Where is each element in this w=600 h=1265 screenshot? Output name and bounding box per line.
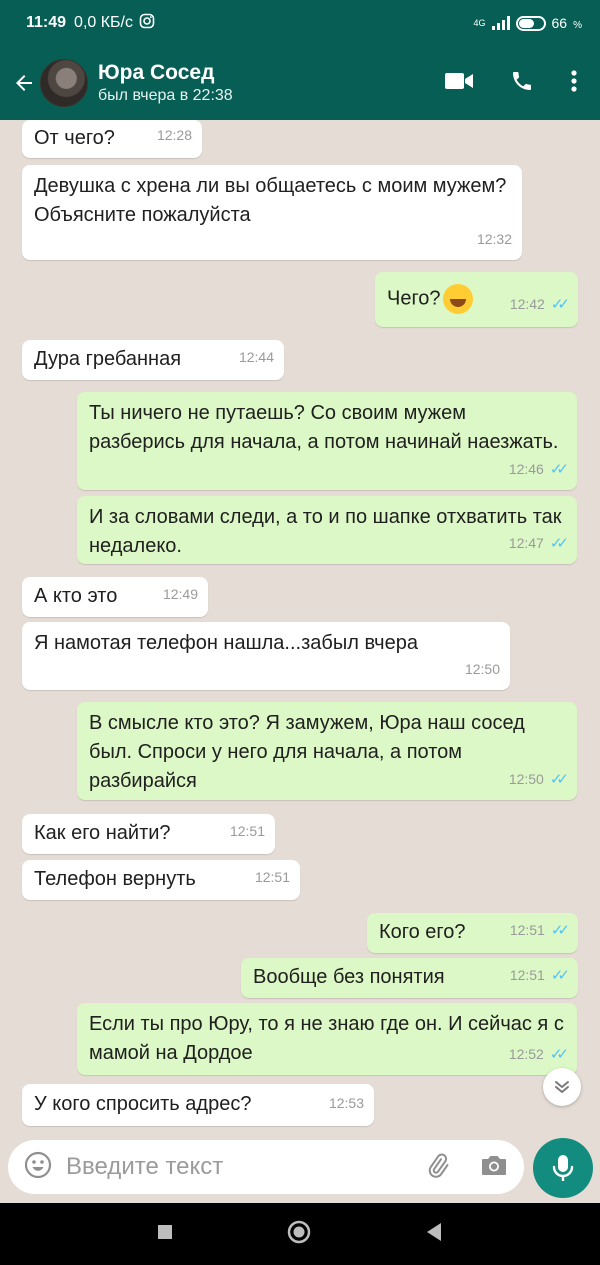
home-icon[interactable] [287,1220,311,1249]
message-incoming[interactable]: У кого спросить адрес? 12:53 [22,1084,374,1126]
message-text: У кого спросить адрес? [34,1093,252,1115]
message-time: 12:46 [508,461,544,477]
message-text: А кто это [34,585,118,607]
video-call-icon[interactable] [444,71,474,96]
message-text: В смысле кто это? Я замужем, Юра наш сос… [89,712,525,792]
message-time: 12:51 [254,869,290,885]
chat-area[interactable]: От чего? 12:28 Девушка с хрена ли вы общ… [0,120,600,1135]
message-time: 12:51 [229,823,265,839]
message-text: Телефон вернуть [34,868,196,890]
message-outgoing[interactable]: Кого его? 12:51 ✓✓ [367,913,578,953]
chat-header: Юра Сосед был вчера в 22:38 [0,46,600,120]
battery-unit: % [573,19,582,31]
more-vert-icon[interactable] [570,69,578,98]
message-text: Дура гребанная [34,348,182,370]
message-incoming[interactable]: От чего? 12:28 [22,120,202,158]
message-incoming[interactable]: А кто это 12:49 [22,577,208,617]
message-text: Если ты про Юру, то я не знаю где он. И … [89,1013,564,1064]
contact-name: Юра Сосед [98,61,215,84]
battery-level: 66 [551,15,568,31]
double-chevron-down-icon[interactable] [543,1068,581,1106]
network-speed: 0,0 КБ/с [74,14,133,31]
contact-info[interactable]: Юра Сосед был вчера в 22:38 [98,60,233,106]
message-time: 12:50 [464,661,500,677]
message-incoming[interactable]: Дура гребанная 12:44 [22,340,284,380]
double-check-icon: ✓✓ [550,922,570,939]
double-check-icon: ✓✓ [549,461,569,478]
double-check-icon: ✓✓ [549,1046,569,1063]
signal-icon [491,16,510,30]
message-incoming[interactable]: Я намотая телефон нашла...забыл вчера 12… [22,622,510,690]
message-outgoing[interactable]: В смысле кто это? Я замужем, Юра наш сос… [77,702,577,800]
battery-icon [515,15,546,31]
message-composer [8,1140,524,1194]
message-time: 12:42 [509,296,545,312]
message-time: 12:28 [156,127,192,143]
message-time: 12:53 [328,1095,364,1111]
message-outgoing[interactable]: Ты ничего не путаешь? Со своим мужем раз… [77,392,577,490]
message-incoming[interactable]: Телефон вернуть 12:51 [22,860,300,900]
message-meta: 12:50 ✓✓ [508,765,569,794]
message-meta: 12:42 ✓✓ [509,290,570,319]
message-incoming[interactable]: Девушка с хрена ли вы общаетесь с моим м… [22,165,522,260]
camera-icon[interactable] [480,1153,508,1182]
message-meta: 12:47 ✓✓ [508,529,569,558]
status-time: 11:49 [26,14,67,31]
message-time: 12:32 [476,231,512,247]
message-text: И за словами следи, а то и по шапке отхв… [89,506,562,557]
message-time: 12:44 [238,349,274,365]
message-time: 12:51 [509,967,545,983]
status-bar: 11:49 0,0 КБ/с 4G 66 % [0,0,600,46]
message-input[interactable] [66,1153,424,1181]
message-incoming[interactable]: Как его найти? 12:51 [22,814,275,854]
recents-icon[interactable] [157,1224,173,1245]
message-text: Я намотая телефон нашла...забыл вчера [34,632,418,654]
message-meta: 12:51 ✓✓ [509,961,570,990]
network-type: 4G [473,17,486,28]
message-text: Кого его? [379,921,466,943]
arrow-back-icon[interactable] [8,71,40,95]
message-time: 12:51 [509,922,545,938]
message-text: Чего? [387,287,441,310]
message-time: 12:50 [508,771,544,787]
message-outgoing[interactable]: Если ты про Юру, то я не знаю где он. И … [77,1003,577,1075]
message-meta: 12:51 ✓✓ [509,916,570,945]
system-nav-bar [0,1203,600,1265]
message-time: 12:49 [162,586,198,602]
avatar[interactable] [40,59,88,107]
double-check-icon: ✓✓ [550,967,570,984]
emoji-icon[interactable] [24,1151,52,1184]
double-check-icon: ✓✓ [550,296,570,313]
message-time: 12:52 [508,1046,544,1062]
contact-status: был вчера в 22:38 [98,87,233,104]
message-text: От чего? [34,127,115,149]
message-meta: 12:52 ✓✓ [508,1040,569,1069]
message-outgoing[interactable]: Чего? 12:42 ✓✓ [375,272,578,327]
paperclip-icon[interactable] [424,1152,450,1183]
message-outgoing[interactable]: Вообще без понятия 12:51 ✓✓ [241,958,578,998]
message-text: Девушка с хрена ли вы общаетесь с моим м… [34,175,507,226]
message-text: Вообще без понятия [253,966,445,988]
phone-icon[interactable] [510,69,534,98]
message-outgoing[interactable]: И за словами следи, а то и по шапке отхв… [77,496,577,564]
double-check-icon: ✓✓ [549,771,569,788]
message-meta: 12:46 ✓✓ [508,455,569,484]
grinning-squinting-face-icon [442,284,473,314]
message-text: Ты ничего не путаешь? Со своим мужем раз… [89,402,559,453]
back-nav-icon[interactable] [425,1222,443,1247]
message-text: Как его найти? [34,822,171,844]
double-check-icon: ✓✓ [549,535,569,552]
instagram-icon [139,13,155,34]
microphone-icon[interactable] [533,1138,593,1198]
message-time: 12:47 [508,535,544,551]
